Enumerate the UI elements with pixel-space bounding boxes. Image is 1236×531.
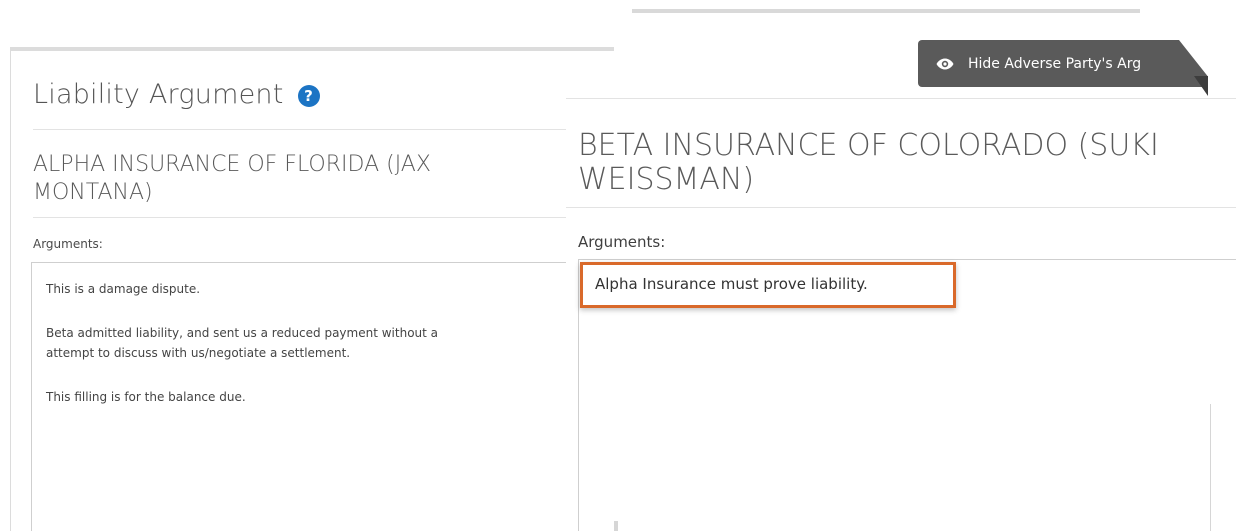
right-party-divider <box>566 207 1236 208</box>
left-argument-panel: Liability Argument ? ALPHA INSURANCE OF … <box>10 47 615 531</box>
hide-adverse-party-button[interactable]: Hide Adverse Party's Arg <box>918 40 1208 87</box>
right-argument-text: Alpha Insurance must prove liability. <box>595 275 868 293</box>
help-icon[interactable]: ? <box>297 85 320 107</box>
party-divider <box>33 217 593 218</box>
right-argument-panel: BETA INSURANCE OF COLORADO (SUKI WEISSMA… <box>566 98 1236 531</box>
title-row: Liability Argument ? <box>33 79 320 110</box>
left-arguments-textarea[interactable]: This is a damage dispute. Beta admitted … <box>31 262 615 531</box>
argument-line: This is a damage dispute. <box>46 282 201 296</box>
argument-line: Beta admitted liability, and sent us a r… <box>46 326 439 340</box>
right-arguments-label: Arguments: <box>578 233 666 251</box>
hide-button-label: Hide Adverse Party's Arg <box>968 55 1142 72</box>
left-arguments-label: Arguments: <box>33 237 103 251</box>
left-party-name: ALPHA INSURANCE OF FLORIDA (JAX MONTANA) <box>33 152 431 205</box>
highlighted-argument: Alpha Insurance must prove liability. <box>580 262 956 308</box>
eye-icon <box>936 58 954 69</box>
title-divider <box>33 129 593 130</box>
right-party-name: BETA INSURANCE OF COLORADO (SUKI WEISSMA… <box>578 128 1159 197</box>
argument-line: This filling is for the balance due. <box>46 390 246 404</box>
argument-line: attempt to discuss with us/negotiate a s… <box>46 346 351 360</box>
page-title: Liability Argument <box>33 79 284 110</box>
screenshot-stage: Liability Argument ? ALPHA INSURANCE OF … <box>0 0 1236 531</box>
right-box-edge <box>1210 404 1211 531</box>
top-divider <box>632 9 1140 13</box>
panel-gap <box>614 521 618 531</box>
